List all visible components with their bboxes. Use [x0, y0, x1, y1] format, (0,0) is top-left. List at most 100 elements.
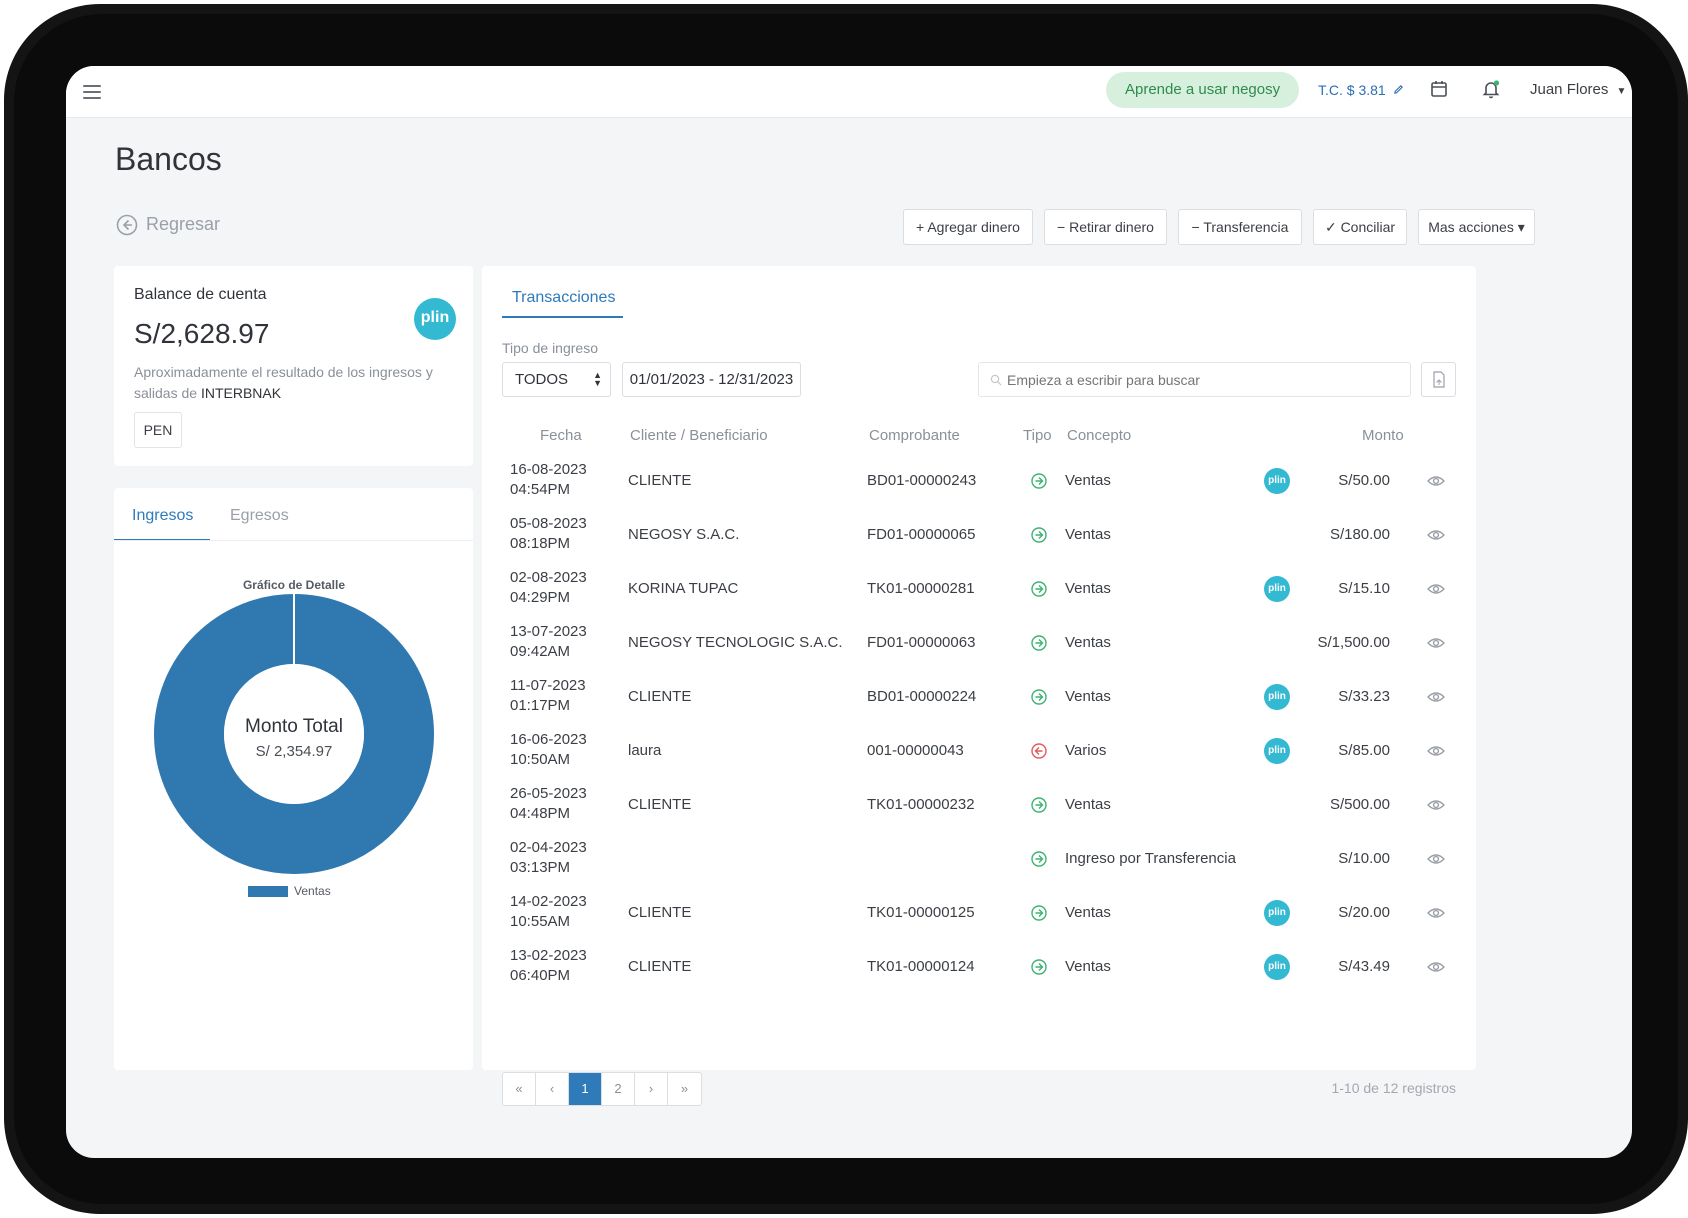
table-row[interactable]: 05-08-2023 08:18PM NEGOSY S.A.C. FD01-00000… — [502, 508, 1456, 562]
row-voucher[interactable]: TK01-00000281 — [867, 579, 975, 599]
top-bar: Aprende a usar negosy T.C. $ 3.81 Juan F… — [66, 66, 1632, 118]
arrow-out-icon — [1031, 743, 1047, 759]
row-date: 13-07-2023 09:42AM — [510, 622, 587, 662]
calendar-icon[interactable] — [1428, 78, 1450, 100]
row-voucher[interactable]: TK01-00000232 — [867, 795, 975, 815]
table-row[interactable]: 13-07-2023 09:42AM NEGOSY TECNOLOGIC S.A.C… — [502, 616, 1456, 670]
col-header-concepto[interactable]: Concepto — [1067, 426, 1131, 446]
col-header-comprobante[interactable]: Comprobante — [869, 426, 960, 446]
row-date-time: 04:54PM — [510, 481, 571, 498]
row-date: 16-06-2023 10:50AM — [510, 730, 587, 770]
row-date: 16-08-2023 04:54PM — [510, 460, 587, 500]
col-header-tipo[interactable]: Tipo — [1023, 426, 1052, 446]
balance-label: Balance de cuenta — [134, 286, 267, 303]
row-amount: S/180.00 — [1329, 526, 1390, 543]
first-page-button[interactable]: « — [503, 1073, 536, 1105]
eye-icon[interactable] — [1426, 689, 1446, 705]
row-date: 13-02-2023 06:40PM — [510, 946, 587, 986]
add-money-button[interactable]: + Agregar dinero — [903, 209, 1033, 245]
app-screen: Aprende a usar negosy T.C. $ 3.81 Juan F… — [66, 66, 1632, 1158]
tab-ingresos[interactable]: Ingresos — [132, 506, 193, 526]
row-voucher[interactable]: BD01-00000243 — [867, 471, 976, 491]
table-row[interactable]: 02-04-2023 03:13PM Ingreso por Transferenc… — [502, 832, 1456, 886]
table-row[interactable]: 16-08-2023 04:54PM CLIENTE BD01-00000243 Ven… — [502, 454, 1456, 508]
tab-transacciones[interactable]: Transacciones — [512, 288, 615, 308]
row-voucher[interactable]: FD01-00000063 — [867, 633, 975, 653]
bell-icon[interactable] — [1480, 78, 1502, 100]
eye-icon[interactable] — [1426, 905, 1446, 921]
page-2-button[interactable]: 2 — [602, 1073, 635, 1105]
reconcile-button[interactable]: ✓ Conciliar — [1313, 209, 1407, 245]
arrow-in-icon — [1031, 635, 1047, 651]
records-summary: 1-10 de 12 registros — [1331, 1080, 1456, 1096]
exchange-rate[interactable]: T.C. $ 3.81 — [1318, 79, 1404, 101]
row-date-day: 26-05-2023 — [510, 785, 587, 802]
row-date-day: 16-08-2023 — [510, 461, 587, 478]
currency-badge[interactable]: PEN — [134, 412, 182, 448]
tab-egresos[interactable]: Egresos — [230, 506, 289, 526]
menu-icon[interactable] — [80, 80, 104, 104]
row-date-time: 01:17PM — [510, 697, 571, 714]
search-input[interactable] — [978, 362, 1411, 397]
legend-swatch — [248, 886, 288, 898]
eye-icon[interactable] — [1426, 635, 1446, 651]
arrow-in-icon — [1031, 851, 1047, 867]
row-date-time: 08:18PM — [510, 535, 571, 552]
table-row[interactable]: 16-06-2023 10:50AM laura 001-00000043 Varios… — [502, 724, 1456, 778]
prev-page-button[interactable]: ‹ — [536, 1073, 569, 1105]
arrow-in-icon — [1031, 905, 1047, 921]
row-voucher[interactable]: 001-00000043 — [867, 741, 964, 761]
learn-negosy-button[interactable]: Aprende a usar negosy — [1106, 72, 1300, 108]
row-client: CLIENTE — [628, 796, 692, 813]
row-date-day: 11-07-2023 — [510, 677, 586, 694]
user-menu[interactable]: Juan Flores ▼ — [1530, 79, 1626, 103]
date-range-picker[interactable]: 01/01/2023 - 12/31/2023 — [622, 362, 801, 397]
balance-description: Aproximadamente el resultado de los ingr… — [134, 362, 464, 404]
table-row[interactable]: 14-02-2023 10:55AM CLIENTE TK01-00000125 Ven… — [502, 886, 1456, 940]
col-header-cliente[interactable]: Cliente / Beneficiario — [630, 426, 768, 446]
row-date-time: 04:29PM — [510, 589, 571, 606]
donut-center-value: S/ 2,354.97 — [256, 743, 333, 760]
eye-icon[interactable] — [1426, 527, 1446, 543]
row-client: CLIENTE — [628, 688, 692, 705]
row-voucher[interactable]: TK01-00000124 — [867, 957, 975, 977]
row-date-day: 16-06-2023 — [510, 731, 587, 748]
eye-icon[interactable] — [1426, 851, 1446, 867]
back-link[interactable]: Regresar — [116, 212, 220, 236]
row-voucher[interactable]: BD01-00000224 — [867, 687, 976, 707]
withdraw-money-button[interactable]: − Retirar dinero — [1044, 209, 1167, 245]
arrow-left-circle-icon — [116, 214, 138, 236]
row-concept: Ingreso por Transferencia — [1065, 850, 1236, 867]
col-header-monto[interactable]: Monto — [1362, 426, 1404, 446]
file-export-icon — [1433, 371, 1445, 388]
income-type-select[interactable]: TODOS ▲ ▼ — [502, 362, 611, 397]
table-row[interactable]: 13-02-2023 06:40PM CLIENTE TK01-00000124 Ven… — [502, 940, 1456, 994]
chart-title: Gráfico de Detalle — [242, 578, 346, 592]
export-button[interactable] — [1421, 362, 1456, 397]
eye-icon[interactable] — [1426, 743, 1446, 759]
arrow-in-icon — [1031, 689, 1047, 705]
row-amount: S/50.00 — [1338, 472, 1390, 489]
income-type-value: TODOS — [515, 371, 569, 388]
detail-chart-card: Ingresos Egresos Gráfico de Detalle Mont… — [114, 488, 473, 1070]
table-row[interactable]: 26-05-2023 04:48PM CLIENTE TK01-00000232 Ven… — [502, 778, 1456, 832]
page-1-button[interactable]: 1 — [569, 1073, 602, 1105]
table-row[interactable]: 11-07-2023 01:17PM CLIENTE BD01-00000224 Ven… — [502, 670, 1456, 724]
col-header-fecha[interactable]: Fecha — [540, 426, 582, 446]
eye-icon[interactable] — [1426, 473, 1446, 489]
eye-icon[interactable] — [1426, 959, 1446, 975]
row-date-day: 02-08-2023 — [510, 569, 587, 586]
next-page-button[interactable]: › — [635, 1073, 668, 1105]
more-actions-button[interactable]: Mas acciones ▾ — [1418, 209, 1535, 245]
eye-icon[interactable] — [1426, 797, 1446, 813]
eye-icon[interactable] — [1426, 581, 1446, 597]
row-voucher[interactable]: TK01-00000125 — [867, 903, 975, 923]
table-row[interactable]: 02-08-2023 04:29PM KORINA TUPAC TK01-000002… — [502, 562, 1456, 616]
last-page-button[interactable]: » — [668, 1073, 701, 1105]
transfer-button[interactable]: − Transferencia — [1178, 209, 1302, 245]
row-concept: Ventas — [1065, 796, 1111, 813]
exchange-rate-value: T.C. $ 3.81 — [1318, 82, 1386, 98]
row-voucher[interactable]: FD01-00000065 — [867, 525, 975, 545]
donut-chart: Monto Total S/ 2,354.97 — [154, 594, 434, 874]
row-client: KORINA TUPAC — [628, 580, 739, 597]
